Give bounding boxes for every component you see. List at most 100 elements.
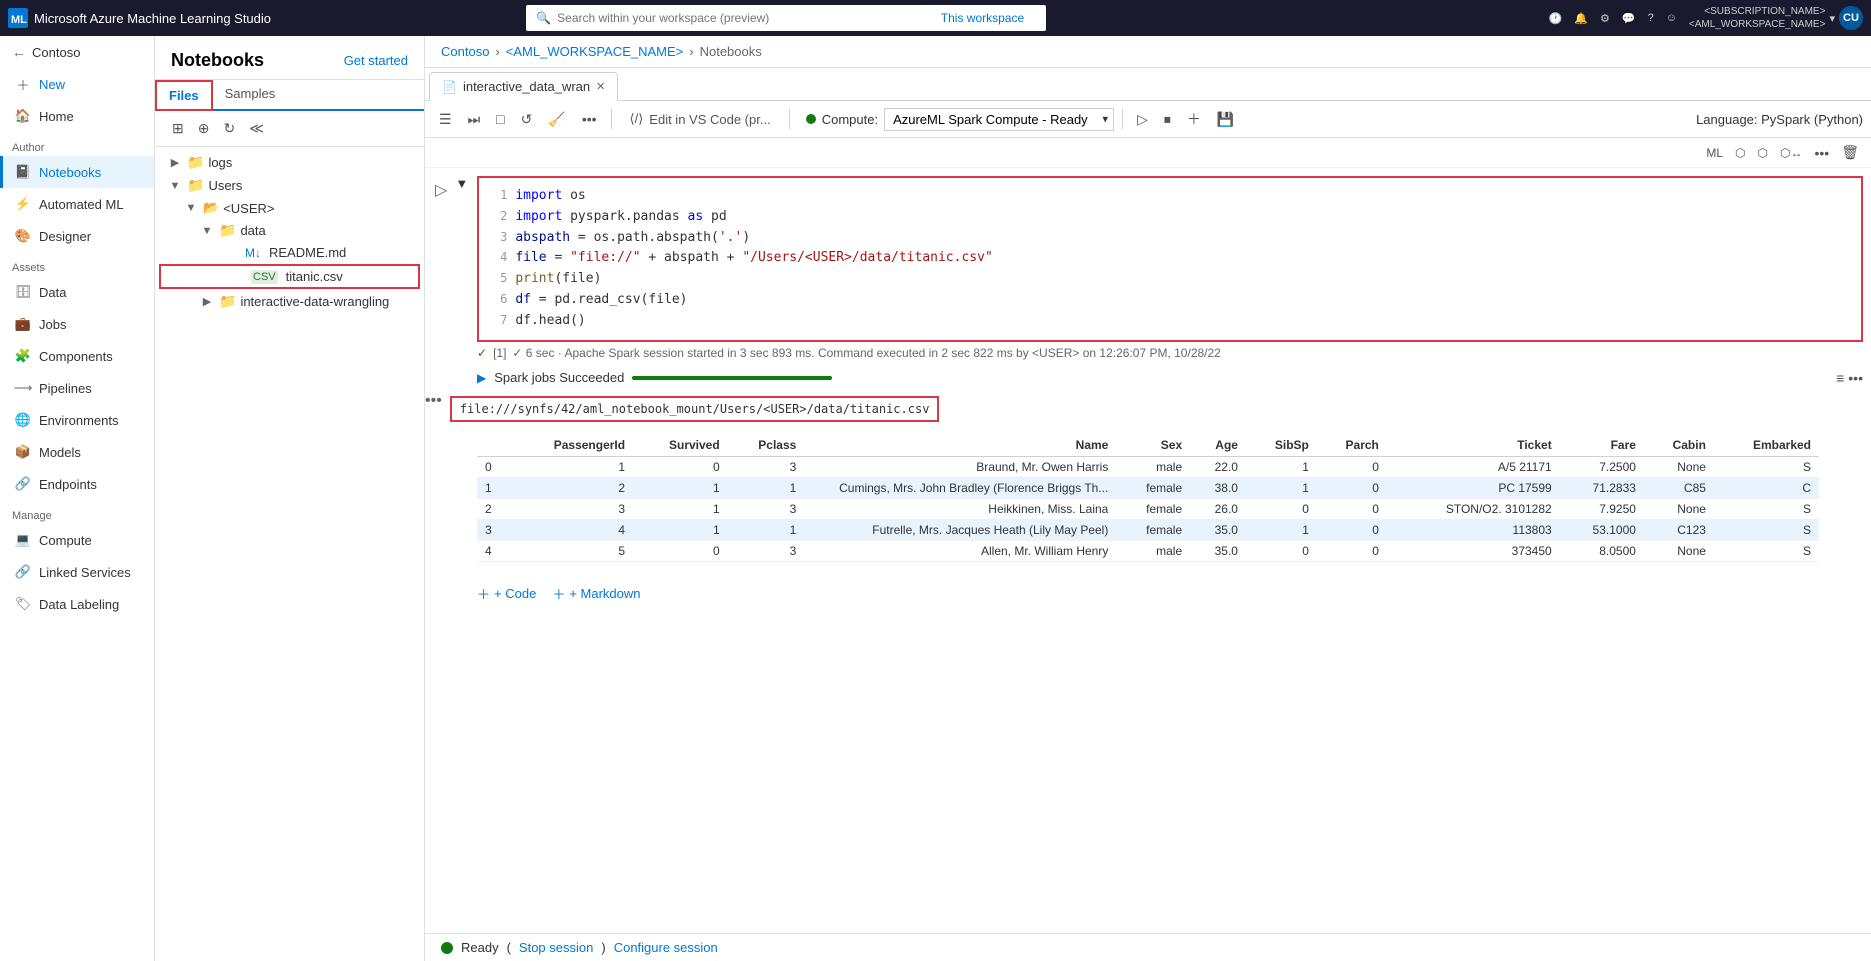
sidebar-item-automated-ml[interactable]: ⚡ Automated ML: [0, 188, 154, 220]
feedback-icon[interactable]: 💬: [1622, 12, 1636, 25]
account-dropdown-icon[interactable]: ▾: [1829, 12, 1835, 25]
tree-label-readme: README.md: [269, 245, 346, 260]
breadcrumb-workspace[interactable]: <AML_WORKSPACE_NAME>: [506, 44, 683, 59]
stop-btn[interactable]: ⏹: [1158, 107, 1177, 132]
toggle-sidebar-btn[interactable]: ☰: [433, 107, 458, 132]
code-box[interactable]: 1 import os 2 import pyspark.pandas as p…: [477, 176, 1863, 342]
sidebar-item-designer[interactable]: 🎨 Designer: [0, 220, 154, 252]
output-dots[interactable]: •••: [425, 392, 442, 410]
notebook-tab[interactable]: 📄 interactive_data_wran ✕: [429, 72, 618, 101]
compute-icon: 💻: [15, 532, 31, 548]
models-icon: 📦: [15, 444, 31, 460]
spark-jobs-more-btn[interactable]: •••: [1848, 370, 1863, 386]
smiley-icon[interactable]: ☺: [1666, 12, 1677, 24]
code-line-1: 1 import os: [487, 186, 1853, 207]
col-header-passengerid: PassengerId: [509, 434, 633, 457]
data-labeling-icon: 🏷: [15, 596, 31, 612]
cell-cabin: None: [1644, 456, 1714, 477]
sidebar-item-data[interactable]: 🗄 Data: [0, 276, 154, 308]
cell-run-btn[interactable]: ▷: [433, 178, 449, 202]
tree-item-data-folder[interactable]: ▼ 📁 data: [155, 219, 424, 242]
cell-option-btn1[interactable]: ⬡: [1731, 144, 1749, 162]
history-icon[interactable]: 🕐: [1549, 12, 1563, 25]
endpoints-icon: 🔗: [15, 476, 31, 492]
search-scope-dropdown-icon[interactable]: ▾: [1030, 11, 1036, 25]
compute-select[interactable]: AzureML Spark Compute - Ready: [884, 108, 1114, 131]
clear-btn[interactable]: 🧹: [542, 107, 571, 132]
settings-icon[interactable]: ⚙: [1600, 12, 1610, 25]
spark-jobs-expand-icon[interactable]: ▶: [477, 371, 486, 385]
stop-session-link[interactable]: Stop session: [519, 940, 593, 955]
add-markdown-btn[interactable]: ＋ + Markdown: [552, 580, 640, 607]
collapse-btn[interactable]: ≪: [244, 117, 269, 140]
bell-icon[interactable]: 🔔: [1574, 12, 1588, 25]
notebook-tab-close[interactable]: ✕: [596, 80, 605, 93]
configure-session-link[interactable]: Configure session: [614, 940, 718, 955]
execution-text: ✓ 6 sec · Apache Spark session started i…: [512, 346, 1220, 360]
avatar[interactable]: CU: [1839, 6, 1863, 30]
sidebar-item-linked-services[interactable]: 🔗 Linked Services: [0, 556, 154, 588]
new-button[interactable]: ＋ New: [0, 68, 154, 100]
sidebar-item-notebooks[interactable]: 📓 Notebooks: [0, 156, 154, 188]
tree-item-logs[interactable]: ▶ 📁 logs: [155, 151, 424, 174]
language-label: Language: PySpark (Python): [1696, 112, 1863, 127]
breadcrumb-contoso[interactable]: Contoso: [441, 44, 489, 59]
cell-age: 35.0: [1190, 540, 1246, 561]
automl-label: Automated ML: [39, 197, 124, 212]
tree-item-user[interactable]: ▼ 📂 <USER>: [155, 197, 424, 219]
search-bar[interactable]: 🔍 This workspace ▾: [526, 5, 1046, 31]
cell-cabin: C123: [1644, 519, 1714, 540]
add-cell-above-btn[interactable]: ＋: [1181, 105, 1207, 133]
cell-pclass: 1: [728, 519, 805, 540]
refresh-btn[interactable]: ↻: [218, 117, 240, 140]
sidebar-item-components[interactable]: 🧩 Components: [0, 340, 154, 372]
sidebar-item-data-labeling[interactable]: 🏷 Data Labeling: [0, 588, 154, 620]
help-icon[interactable]: ?: [1648, 12, 1654, 24]
compute-select-wrapper[interactable]: AzureML Spark Compute - Ready: [884, 108, 1114, 131]
edit-vscode-btn[interactable]: ⟨/⟩ Edit in VS Code (pr...: [620, 107, 781, 131]
cell-more-btn[interactable]: •••: [1811, 143, 1834, 163]
sidebar-item-environments[interactable]: 🌐 Environments: [0, 404, 154, 436]
sidebar-item-compute[interactable]: 💻 Compute: [0, 524, 154, 556]
components-label: Components: [39, 349, 113, 364]
ml-btn[interactable]: ML: [1702, 144, 1727, 162]
cell-cabin: None: [1644, 540, 1714, 561]
spark-jobs-list-btn[interactable]: ≡: [1836, 370, 1844, 386]
folder-icon-data: 📁: [219, 222, 236, 239]
sidebar-item-jobs[interactable]: 💼 Jobs: [0, 308, 154, 340]
search-input[interactable]: [557, 11, 935, 25]
save-btn[interactable]: 💾: [1211, 107, 1240, 132]
cell-option-btn3[interactable]: ⬡↔: [1776, 144, 1806, 162]
folder-icon-user: 📂: [203, 200, 219, 216]
main-content: Contoso › <AML_WORKSPACE_NAME> › Noteboo…: [425, 36, 1871, 961]
search-scope[interactable]: This workspace: [941, 11, 1024, 25]
tab-files[interactable]: Files: [155, 80, 213, 111]
more-btn[interactable]: •••: [576, 107, 603, 131]
run-all-btn[interactable]: ⏭: [462, 107, 487, 132]
sidebar-item-endpoints[interactable]: 🔗 Endpoints: [0, 468, 154, 500]
tab-samples[interactable]: Samples: [213, 80, 288, 109]
nav-back[interactable]: ← Contoso: [0, 36, 154, 68]
cell-expand-btn[interactable]: ▼: [455, 176, 471, 191]
add-folder-btn[interactable]: ⊕: [193, 117, 215, 140]
cell-pid: 2: [509, 477, 633, 498]
tree-item-interactive-data[interactable]: ▶ 📁 interactive-data-wrangling: [155, 290, 424, 313]
linked-services-label: Linked Services: [39, 565, 131, 580]
col-header-name: Name: [804, 434, 1116, 457]
manage-section-label: Manage: [0, 504, 154, 524]
run-btn[interactable]: ▷: [1131, 107, 1154, 132]
tree-item-readme[interactable]: M↓ README.md: [155, 242, 424, 263]
tree-item-titanic[interactable]: CSV titanic.csv: [159, 264, 420, 289]
table-row: 0 1 0 3 Braund, Mr. Owen Harris male 22.…: [477, 456, 1819, 477]
add-code-btn[interactable]: ＋ + Code: [477, 580, 536, 607]
tree-item-users[interactable]: ▼ 📁 Users: [155, 174, 424, 197]
sidebar-item-pipelines[interactable]: ⟶ Pipelines: [0, 372, 154, 404]
cell-option-btn2[interactable]: ⬡: [1754, 144, 1772, 162]
restart-btn[interactable]: ↺: [515, 107, 539, 132]
interrupt-btn[interactable]: □: [490, 107, 510, 131]
sidebar-item-models[interactable]: 📦 Models: [0, 436, 154, 468]
get-started-link[interactable]: Get started: [344, 53, 408, 68]
folder-view-btn[interactable]: ⊞: [167, 117, 189, 140]
cell-delete-btn[interactable]: 🗑: [1837, 142, 1863, 163]
sidebar-item-home[interactable]: 🏠 Home: [0, 100, 154, 132]
